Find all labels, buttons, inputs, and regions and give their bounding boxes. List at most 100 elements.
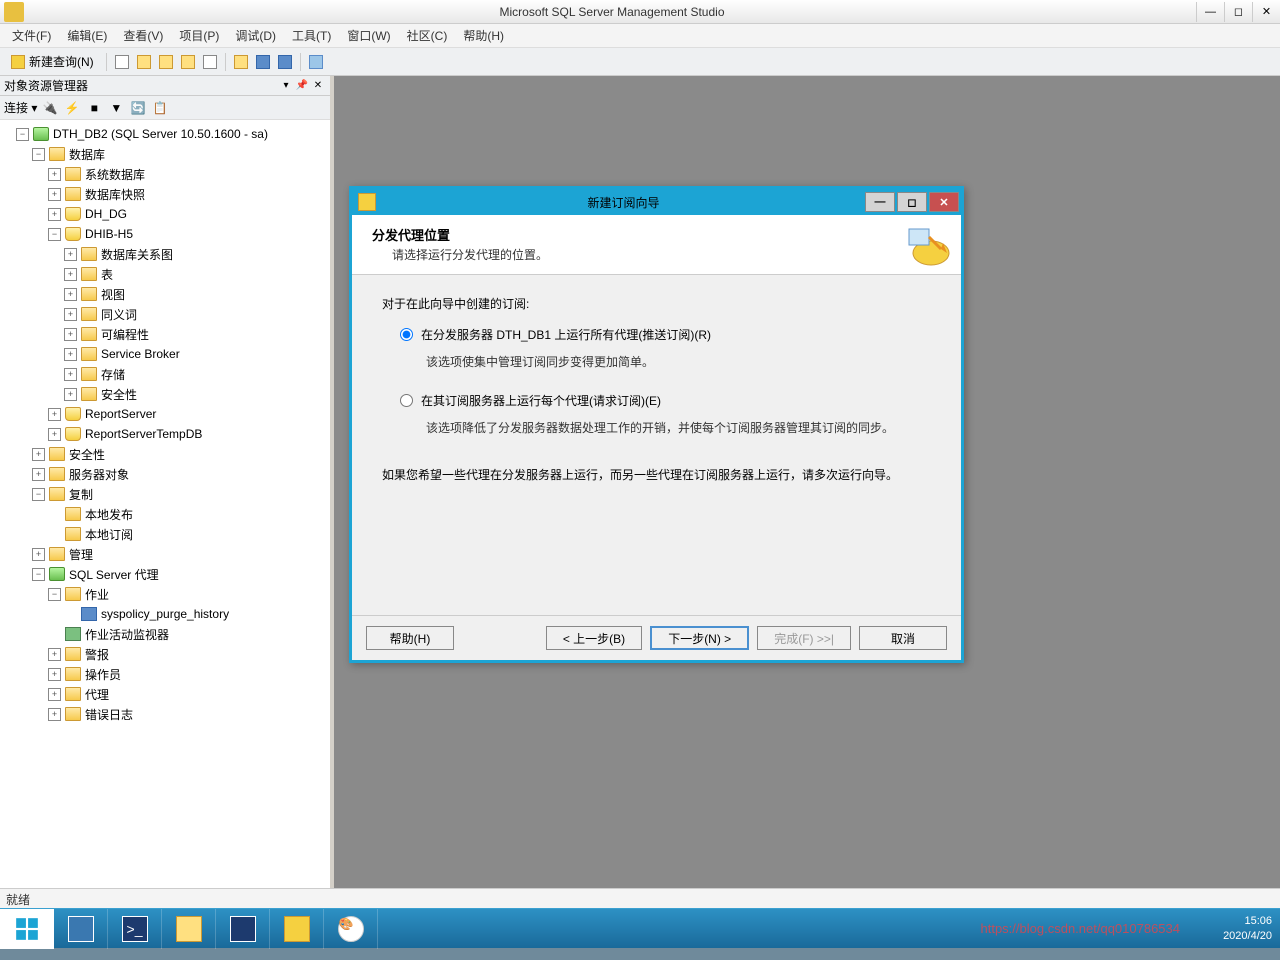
tree-jobs[interactable]: −作业: [0, 584, 330, 604]
taskbar-powershell[interactable]: >_: [108, 909, 162, 949]
pin-icon[interactable]: 📌: [294, 78, 310, 94]
tree-localsub[interactable]: 本地订阅: [0, 524, 330, 544]
menu-window[interactable]: 窗口(W): [339, 25, 398, 46]
minimize-button[interactable]: —: [1196, 2, 1224, 22]
tree-db-dhibh5[interactable]: −DHIB-H5: [0, 224, 330, 244]
database-icon: [65, 207, 81, 221]
radio-pull[interactable]: [400, 394, 413, 407]
help-button[interactable]: 帮助(H): [366, 626, 454, 650]
next-button[interactable]: 下一步(N) >: [650, 626, 749, 650]
folder-icon: [81, 287, 97, 301]
menu-view[interactable]: 查看(V): [115, 25, 171, 46]
filter-icon[interactable]: ▼: [107, 99, 125, 117]
stop-icon[interactable]: ■: [85, 99, 103, 117]
save-all-icon[interactable]: [275, 52, 295, 72]
new-query-label: 新建查询(N): [29, 53, 94, 70]
taskbar-explorer[interactable]: [162, 909, 216, 949]
new-subscription-wizard-dialog: 新建订阅向导 — ◻ ✕ 分发代理位置 请选择运行分发代理的位置。 对于在此向导…: [349, 186, 964, 663]
toolbar-icon[interactable]: [134, 52, 154, 72]
refresh-icon[interactable]: 🔄: [129, 99, 147, 117]
folder-icon: [81, 247, 97, 261]
dialog-minimize-button[interactable]: —: [865, 192, 895, 212]
toolbar-icon[interactable]: [156, 52, 176, 72]
tree-activity-monitor[interactable]: 作业活动监视器: [0, 624, 330, 644]
connect-icon[interactable]: 🔌: [41, 99, 59, 117]
tree-server-node[interactable]: −DTH_DB2 (SQL Server 10.50.1600 - sa): [0, 124, 330, 144]
tree-programmability[interactable]: +可编程性: [0, 324, 330, 344]
tree-views[interactable]: +视图: [0, 284, 330, 304]
finish-button: 完成(F) >>|: [757, 626, 851, 650]
tree-sysdb[interactable]: +系统数据库: [0, 164, 330, 184]
tree-operators[interactable]: +操作员: [0, 664, 330, 684]
disconnect-icon[interactable]: ⚡: [63, 99, 81, 117]
dialog-header: 分发代理位置 请选择运行分发代理的位置。: [352, 215, 961, 275]
close-panel-icon[interactable]: ✕: [310, 78, 326, 94]
radio-push[interactable]: [400, 328, 413, 341]
connect-button[interactable]: 连接 ▾: [4, 99, 37, 116]
tree-job-item[interactable]: syspolicy_purge_history: [0, 604, 330, 624]
close-button[interactable]: ✕: [1252, 2, 1280, 22]
tree-reportserver[interactable]: +ReportServer: [0, 404, 330, 424]
open-icon[interactable]: [231, 52, 251, 72]
menu-help[interactable]: 帮助(H): [455, 25, 512, 46]
dialog-header-subtitle: 请选择运行分发代理的位置。: [392, 246, 548, 263]
toolbar-icon[interactable]: [178, 52, 198, 72]
taskbar-app[interactable]: [216, 909, 270, 949]
tree-proxies[interactable]: +代理: [0, 684, 330, 704]
tree-tables[interactable]: +表: [0, 264, 330, 284]
option-pull-subscription[interactable]: 在其订阅服务器上运行每个代理(请求订阅)(E): [400, 392, 931, 409]
dialog-note: 如果您希望一些代理在分发服务器上运行，而另一些代理在订阅服务器上运行，请多次运行…: [382, 466, 931, 483]
tree-snapshots[interactable]: +数据库快照: [0, 184, 330, 204]
toolbar-icon[interactable]: [112, 52, 132, 72]
cancel-button[interactable]: 取消: [859, 626, 947, 650]
tree-storage[interactable]: +存储: [0, 364, 330, 384]
tree-management[interactable]: +管理: [0, 544, 330, 564]
menu-debug[interactable]: 调试(D): [227, 25, 284, 46]
tree-alerts[interactable]: +警报: [0, 644, 330, 664]
tree-synonyms[interactable]: +同义词: [0, 304, 330, 324]
tree-agent[interactable]: −SQL Server 代理: [0, 564, 330, 584]
tree-replication[interactable]: −复制: [0, 484, 330, 504]
server-icon: [33, 127, 49, 141]
back-button[interactable]: < 上一步(B): [546, 626, 642, 650]
folder-icon: [65, 667, 81, 681]
taskbar-server-manager[interactable]: [54, 909, 108, 949]
option-push-label: 在分发服务器 DTH_DB1 上运行所有代理(推送订阅)(R): [421, 326, 711, 343]
tree-errorlogs[interactable]: +错误日志: [0, 704, 330, 724]
toolbar-icon[interactable]: [200, 52, 220, 72]
dialog-close-button[interactable]: ✕: [929, 192, 959, 212]
tree-diagrams[interactable]: +数据库关系图: [0, 244, 330, 264]
taskbar-paint[interactable]: 🎨: [324, 909, 378, 949]
tree-servicebroker[interactable]: +Service Broker: [0, 344, 330, 364]
save-icon[interactable]: [253, 52, 273, 72]
menu-file[interactable]: 文件(F): [4, 25, 59, 46]
folder-icon: [81, 267, 97, 281]
option-push-subscription[interactable]: 在分发服务器 DTH_DB1 上运行所有代理(推送订阅)(R): [400, 326, 931, 343]
maximize-button[interactable]: ◻: [1224, 2, 1252, 22]
menu-edit[interactable]: 编辑(E): [59, 25, 115, 46]
folder-icon: [65, 507, 81, 521]
title-bar: Microsoft SQL Server Management Studio —…: [0, 0, 1280, 24]
tree-reportservertemp[interactable]: +ReportServerTempDB: [0, 424, 330, 444]
database-icon: [65, 427, 81, 441]
activity-monitor-icon[interactable]: [306, 52, 326, 72]
report-icon[interactable]: 📋: [151, 99, 169, 117]
tree-serverobjects[interactable]: +服务器对象: [0, 464, 330, 484]
new-query-button[interactable]: 新建查询(N): [4, 50, 101, 73]
dialog-title-bar[interactable]: 新建订阅向导 — ◻ ✕: [352, 189, 961, 215]
tree-dbsecurity[interactable]: +安全性: [0, 384, 330, 404]
tree-db-dhdg[interactable]: +DH_DG: [0, 204, 330, 224]
menu-community[interactable]: 社区(C): [399, 25, 456, 46]
tree-localpub[interactable]: 本地发布: [0, 504, 330, 524]
dialog-maximize-button[interactable]: ◻: [897, 192, 927, 212]
taskbar-ssms[interactable]: [270, 909, 324, 949]
tree-databases[interactable]: −数据库: [0, 144, 330, 164]
tree-view[interactable]: −DTH_DB2 (SQL Server 10.50.1600 - sa) −数…: [0, 120, 330, 888]
folder-icon: [81, 347, 97, 361]
menu-project[interactable]: 项目(P): [171, 25, 227, 46]
tree-security[interactable]: +安全性: [0, 444, 330, 464]
menu-tools[interactable]: 工具(T): [284, 25, 339, 46]
start-button[interactable]: [0, 909, 54, 949]
dropdown-icon[interactable]: ▾: [278, 78, 294, 94]
taskbar-clock[interactable]: 15:06 2020/4/20: [1223, 914, 1272, 943]
